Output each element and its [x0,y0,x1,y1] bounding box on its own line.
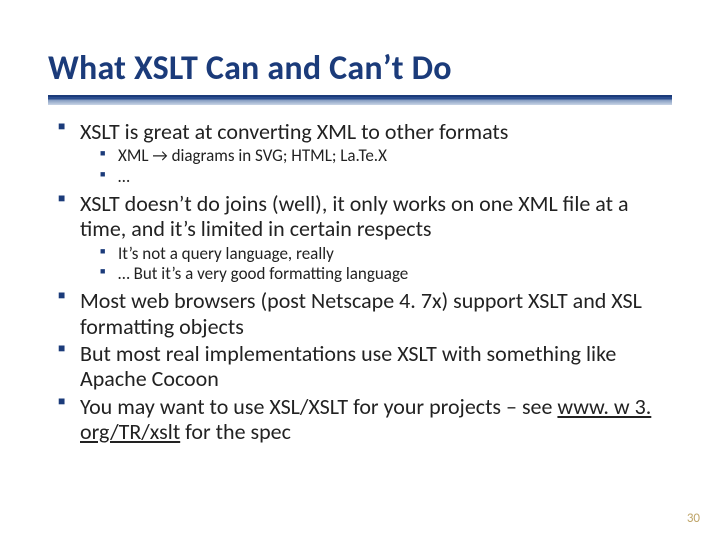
bullet-item: XSLT is great at converting XML to other… [58,119,672,187]
slide: What XSLT Can and Can’t Do XSLT is great… [0,0,720,540]
bullet-list: XSLT is great at converting XML to other… [48,119,672,444]
bullet-text: Most web browsers (post Netscape 4. 7x) … [80,287,642,339]
sub-bullet-text: … [118,166,130,187]
title-underline [48,95,672,105]
sub-bullet-text: It’s not a query language, really [118,243,334,264]
sub-bullet-item: … [100,167,672,187]
sub-bullet-item: It’s not a query language, really [100,244,672,264]
bullet-text: But most real implementations use XSLT w… [80,340,616,392]
sub-bullet-text: XML → diagrams in SVG; HTML; La.Te.X [118,145,387,166]
sub-bullet-list: It’s not a query language, really … But … [80,244,672,285]
sub-bullet-text: … But it’s a very good formatting langua… [118,263,408,284]
slide-title: What XSLT Can and Can’t Do [48,48,672,89]
bullet-item: Most web browsers (post Netscape 4. 7x) … [58,288,672,339]
sub-bullet-list: XML → diagrams in SVG; HTML; La.Te.X … [80,146,672,187]
page-number: 30 [687,511,700,526]
bullet-text-suffix: for the spec [180,418,291,445]
bullet-text-prefix: You may want to use XSL/XSLT for your pr… [80,393,557,420]
bullet-item: But most real implementations use XSLT w… [58,341,672,392]
sub-bullet-item: XML → diagrams in SVG; HTML; La.Te.X [100,146,672,166]
bullet-text: XSLT is great at converting XML to other… [80,118,508,145]
bullet-text: XSLT doesn’t do joins (well), it only wo… [80,190,629,242]
bullet-item: You may want to use XSL/XSLT for your pr… [58,394,672,445]
bullet-item: XSLT doesn’t do joins (well), it only wo… [58,191,672,284]
sub-bullet-item: … But it’s a very good formatting langua… [100,264,672,284]
